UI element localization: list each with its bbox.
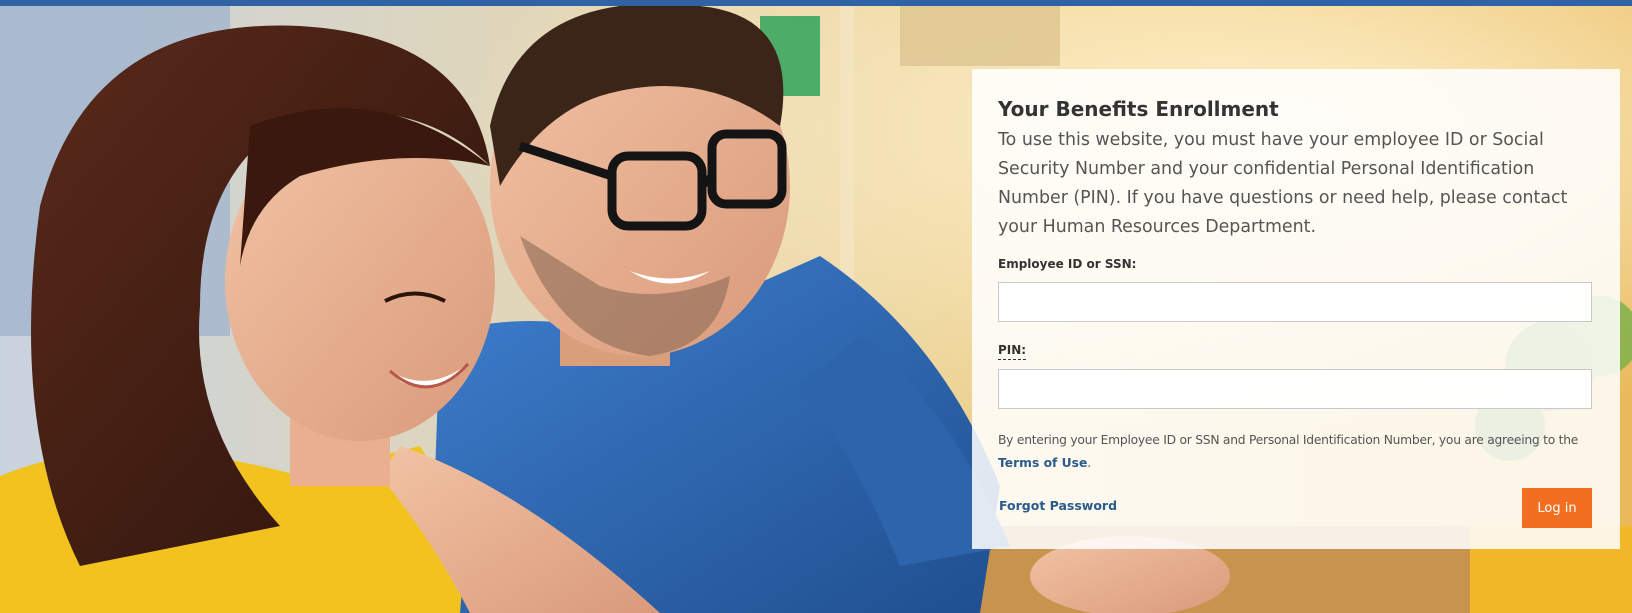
login-panel: Your Benefits Enrollment To use this web… [972, 69, 1620, 549]
agreement-text: By entering your Employee ID or SSN and … [998, 429, 1598, 475]
employee-id-label: Employee ID or SSN: [998, 257, 1137, 271]
actions-row: Forgot Password Log in [998, 488, 1592, 528]
pin-label-wrap: PIN: [998, 328, 1592, 360]
login-page: Your Benefits Enrollment To use this web… [0, 0, 1632, 613]
pin-input[interactable] [998, 369, 1592, 409]
employee-id-input[interactable] [998, 282, 1592, 322]
agreement-sentence: By entering your Employee ID or SSN and … [998, 433, 1579, 447]
login-button[interactable]: Log in [1522, 488, 1592, 528]
top-bar [0, 0, 1632, 6]
forgot-password-link[interactable]: Forgot Password [999, 498, 1117, 513]
panel-title: Your Benefits Enrollment [998, 97, 1279, 121]
panel-intro-text: To use this website, you must have your … [998, 130, 1568, 237]
agreement-period: . [1087, 456, 1091, 470]
terms-of-use-link[interactable]: Terms of Use [998, 456, 1087, 470]
pin-label: PIN: [998, 342, 1027, 360]
